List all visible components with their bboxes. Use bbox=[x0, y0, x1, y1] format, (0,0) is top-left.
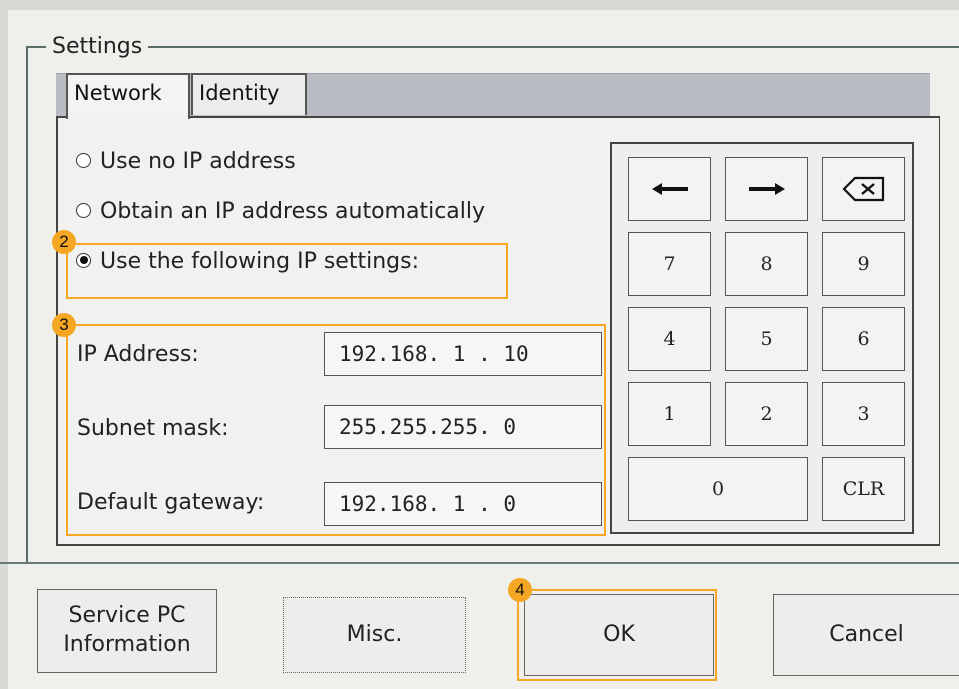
tab-identity[interactable]: Identity bbox=[191, 73, 307, 115]
key-7[interactable]: 7 bbox=[628, 232, 711, 296]
misc-button[interactable]: Misc. bbox=[283, 597, 466, 673]
key-5[interactable]: 5 bbox=[725, 307, 808, 371]
key-9[interactable]: 9 bbox=[822, 232, 905, 296]
key-clr[interactable]: CLR bbox=[822, 457, 905, 521]
key-3[interactable]: 3 bbox=[822, 382, 905, 446]
annotation-badge-4: 4 bbox=[508, 578, 532, 602]
backspace-icon bbox=[841, 176, 884, 202]
left-arrow-button[interactable] bbox=[628, 157, 711, 221]
settings-group-title: Settings bbox=[46, 34, 149, 59]
service-pc-information-button[interactable]: Service PC Information bbox=[37, 589, 217, 673]
key-8[interactable]: 8 bbox=[725, 232, 808, 296]
radio-obtain-automatically-label: Obtain an IP address automatically bbox=[100, 199, 486, 224]
cancel-button[interactable]: Cancel bbox=[773, 594, 959, 676]
radio-no-ip[interactable]: Use no IP address bbox=[76, 149, 296, 174]
right-arrow-button[interactable] bbox=[725, 157, 808, 221]
key-6[interactable]: 6 bbox=[822, 307, 905, 371]
radio-button-icon bbox=[76, 152, 91, 168]
key-2[interactable]: 2 bbox=[725, 382, 808, 446]
tab-network[interactable]: Network bbox=[66, 73, 190, 119]
annotation-badge-2: 2 bbox=[52, 230, 76, 254]
radio-no-ip-label: Use no IP address bbox=[100, 149, 296, 174]
highlight-ip-settings-radio bbox=[66, 243, 508, 299]
highlight-ok-button bbox=[517, 589, 717, 681]
key-4[interactable]: 4 bbox=[628, 307, 711, 371]
highlight-ip-fields bbox=[66, 324, 606, 536]
key-1[interactable]: 1 bbox=[628, 382, 711, 446]
key-0[interactable]: 0 bbox=[628, 457, 808, 521]
bottom-divider bbox=[0, 562, 959, 564]
radio-button-icon bbox=[76, 202, 91, 218]
annotation-badge-3: 3 bbox=[52, 313, 76, 337]
right-arrow-icon bbox=[748, 183, 785, 195]
radio-obtain-automatically[interactable]: Obtain an IP address automatically bbox=[76, 199, 485, 224]
service-pc-information-label: Service PC Information bbox=[63, 603, 191, 657]
backspace-button[interactable] bbox=[822, 157, 905, 221]
left-arrow-icon bbox=[651, 183, 688, 195]
